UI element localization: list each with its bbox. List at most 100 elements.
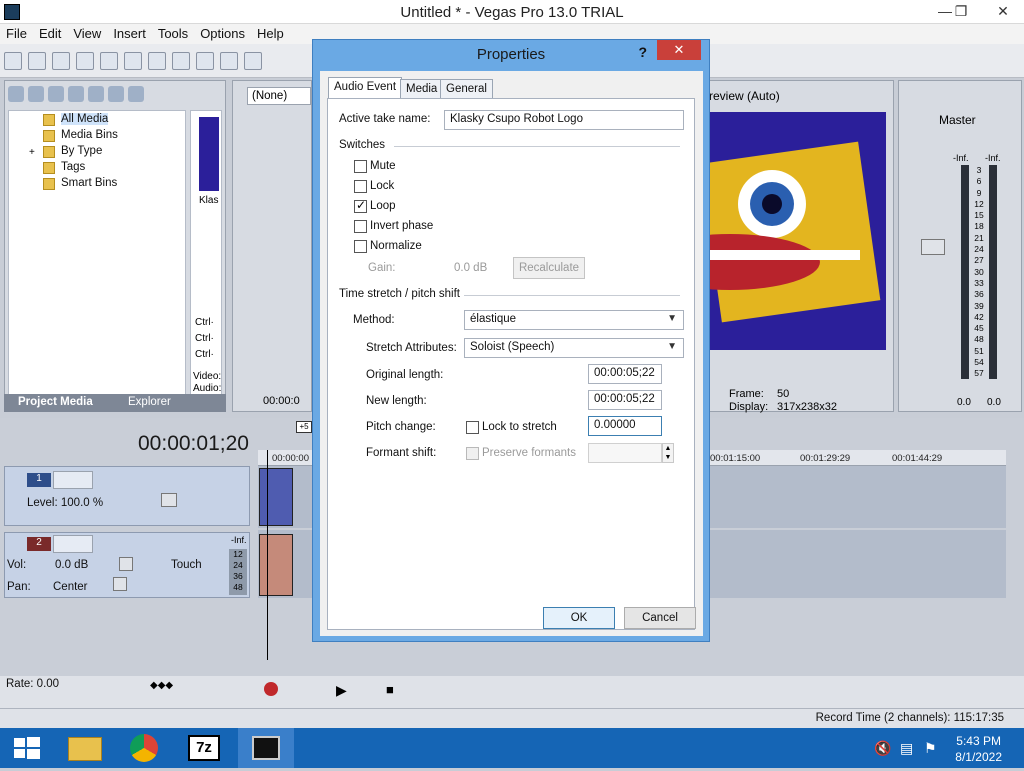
volume-slider-thumb[interactable] (119, 557, 133, 571)
dialog-close-button[interactable]: ✕ (657, 40, 701, 60)
audio-clip[interactable] (259, 534, 293, 596)
tree-tags[interactable]: Tags (61, 161, 85, 173)
divider (464, 295, 680, 296)
record-icon[interactable] (264, 682, 278, 696)
pan-slider-thumb[interactable] (113, 577, 127, 591)
display-value: 317x238x32 (777, 401, 837, 413)
undo-icon[interactable] (220, 52, 238, 70)
method-select[interactable]: élastique ▼ (464, 310, 684, 330)
copy-icon[interactable] (172, 52, 190, 70)
tree-by-type[interactable]: By Type (61, 145, 102, 157)
menu-insert[interactable]: Insert (107, 24, 152, 43)
track-name-input[interactable] (53, 471, 93, 489)
remove-icon[interactable] (108, 86, 124, 102)
tree-all-media[interactable]: All Media (61, 113, 109, 125)
taskbar-7zip[interactable]: 7z (178, 728, 234, 768)
media-properties-icon[interactable] (128, 86, 144, 102)
record-time: Record Time (2 channels): 115:17:35 (815, 712, 1004, 724)
taskbar-chrome[interactable] (118, 728, 174, 768)
menu-options[interactable]: Options (194, 24, 251, 43)
media-thumbnail-label: Klas (199, 195, 219, 206)
close-window-button[interactable]: ✕ (988, 0, 1018, 22)
video-clip[interactable] (259, 468, 293, 526)
network-icon[interactable]: ▤ (900, 740, 913, 757)
tree-smart-bins[interactable]: Smart Bins (61, 177, 117, 189)
menu-view[interactable]: View (67, 24, 107, 43)
help-button[interactable]: ? (638, 44, 647, 60)
menu-file[interactable]: File (0, 24, 33, 43)
get-media-icon[interactable] (48, 86, 64, 102)
tab-general[interactable]: General (440, 79, 493, 99)
new-icon[interactable] (4, 52, 22, 70)
master-inf-right: -Inf. (985, 153, 1001, 163)
cancel-button[interactable]: Cancel (624, 607, 696, 629)
normalize-checkbox[interactable] (354, 240, 367, 253)
tab-project-media[interactable]: Project Media (18, 396, 93, 408)
track-name-input[interactable] (53, 535, 93, 553)
taskbar-file-explorer[interactable] (58, 728, 114, 768)
tab-audio-event[interactable]: Audio Event (328, 77, 403, 99)
master-fader[interactable] (921, 239, 945, 255)
render-icon[interactable] (100, 52, 118, 70)
start-button[interactable] (0, 728, 56, 768)
tab-media[interactable]: Media (400, 79, 444, 99)
invert-phase-checkbox[interactable] (354, 220, 367, 233)
automation-mode[interactable]: Touch (171, 559, 202, 571)
lock-to-stretch-checkbox[interactable] (466, 421, 479, 434)
import-icon[interactable] (8, 86, 24, 102)
stop-icon[interactable]: ■ (386, 682, 394, 697)
original-length-input[interactable]: 00:00:05;22 (588, 364, 662, 384)
formant-shift-input[interactable] (588, 443, 662, 463)
search-icon[interactable] (88, 86, 104, 102)
preview-quality[interactable]: review (Auto) (709, 89, 780, 103)
mute-checkbox[interactable] (354, 160, 367, 173)
capture-icon[interactable] (28, 86, 44, 102)
menu-edit[interactable]: Edit (33, 24, 67, 43)
trimmer-selector[interactable]: (None) (247, 87, 311, 105)
mute-label[interactable]: Mute (370, 160, 396, 172)
pitch-change-input[interactable]: 0.00000 (588, 416, 662, 436)
taskbar-clock[interactable]: 5:43 PM 8/1/2022 (955, 733, 1002, 765)
play-icon[interactable]: ▶ (336, 682, 347, 699)
gain-value: 0.0 dB (454, 262, 488, 274)
ruler-tick: 00:01:44:29 (892, 453, 943, 464)
rate-slider-thumb[interactable]: ◆◆◆ (150, 680, 174, 691)
active-take-input[interactable]: Klasky Csupo Robot Logo (444, 110, 684, 130)
loop-label[interactable]: Loop (370, 200, 396, 212)
track-number: 1 (27, 473, 51, 487)
lock-label[interactable]: Lock (370, 180, 394, 192)
expand-icon[interactable]: + (29, 147, 35, 158)
tree-media-bins[interactable]: Media Bins (61, 129, 118, 141)
menu-tools[interactable]: Tools (152, 24, 194, 43)
paste-icon[interactable] (196, 52, 214, 70)
redo-icon[interactable] (244, 52, 262, 70)
stretch-attributes-select[interactable]: Soloist (Speech) ▼ (464, 338, 684, 358)
preserve-formants-checkbox[interactable] (466, 447, 479, 460)
cut-icon[interactable] (148, 52, 166, 70)
web-icon[interactable] (68, 86, 84, 102)
invert-phase-label[interactable]: Invert phase (370, 220, 433, 232)
recalculate-button[interactable]: Recalculate (513, 257, 585, 279)
menu-help[interactable]: Help (251, 24, 290, 43)
action-center-icon[interactable]: ⚑ (924, 740, 937, 757)
formant-spinner[interactable]: ▲ ▼ (662, 443, 674, 463)
ok-button[interactable]: OK (543, 607, 615, 629)
new-length-input[interactable]: 00:00:05;22 (588, 390, 662, 410)
taskbar-vegas[interactable] (238, 728, 294, 768)
playhead-cursor[interactable] (267, 450, 268, 660)
lock-to-stretch-label[interactable]: Lock to stretch (482, 421, 557, 433)
volume-muted-icon[interactable]: 🔇 (874, 740, 891, 757)
switches-group-label: Switches (339, 139, 386, 151)
loop-checkbox[interactable] (354, 198, 367, 213)
properties-icon[interactable] (124, 52, 142, 70)
level-slider-thumb[interactable] (161, 493, 177, 507)
media-thumbnail[interactable] (199, 117, 219, 191)
open-icon[interactable] (28, 52, 46, 70)
restore-button[interactable]: ❐ (946, 0, 976, 22)
save-as-icon[interactable] (76, 52, 94, 70)
normalize-label[interactable]: Normalize (370, 240, 422, 252)
lock-checkbox[interactable] (354, 180, 367, 193)
tab-explorer[interactable]: Explorer (128, 396, 171, 408)
dialog-body: Audio Event Media General Active take na… (320, 71, 703, 636)
save-icon[interactable] (52, 52, 70, 70)
